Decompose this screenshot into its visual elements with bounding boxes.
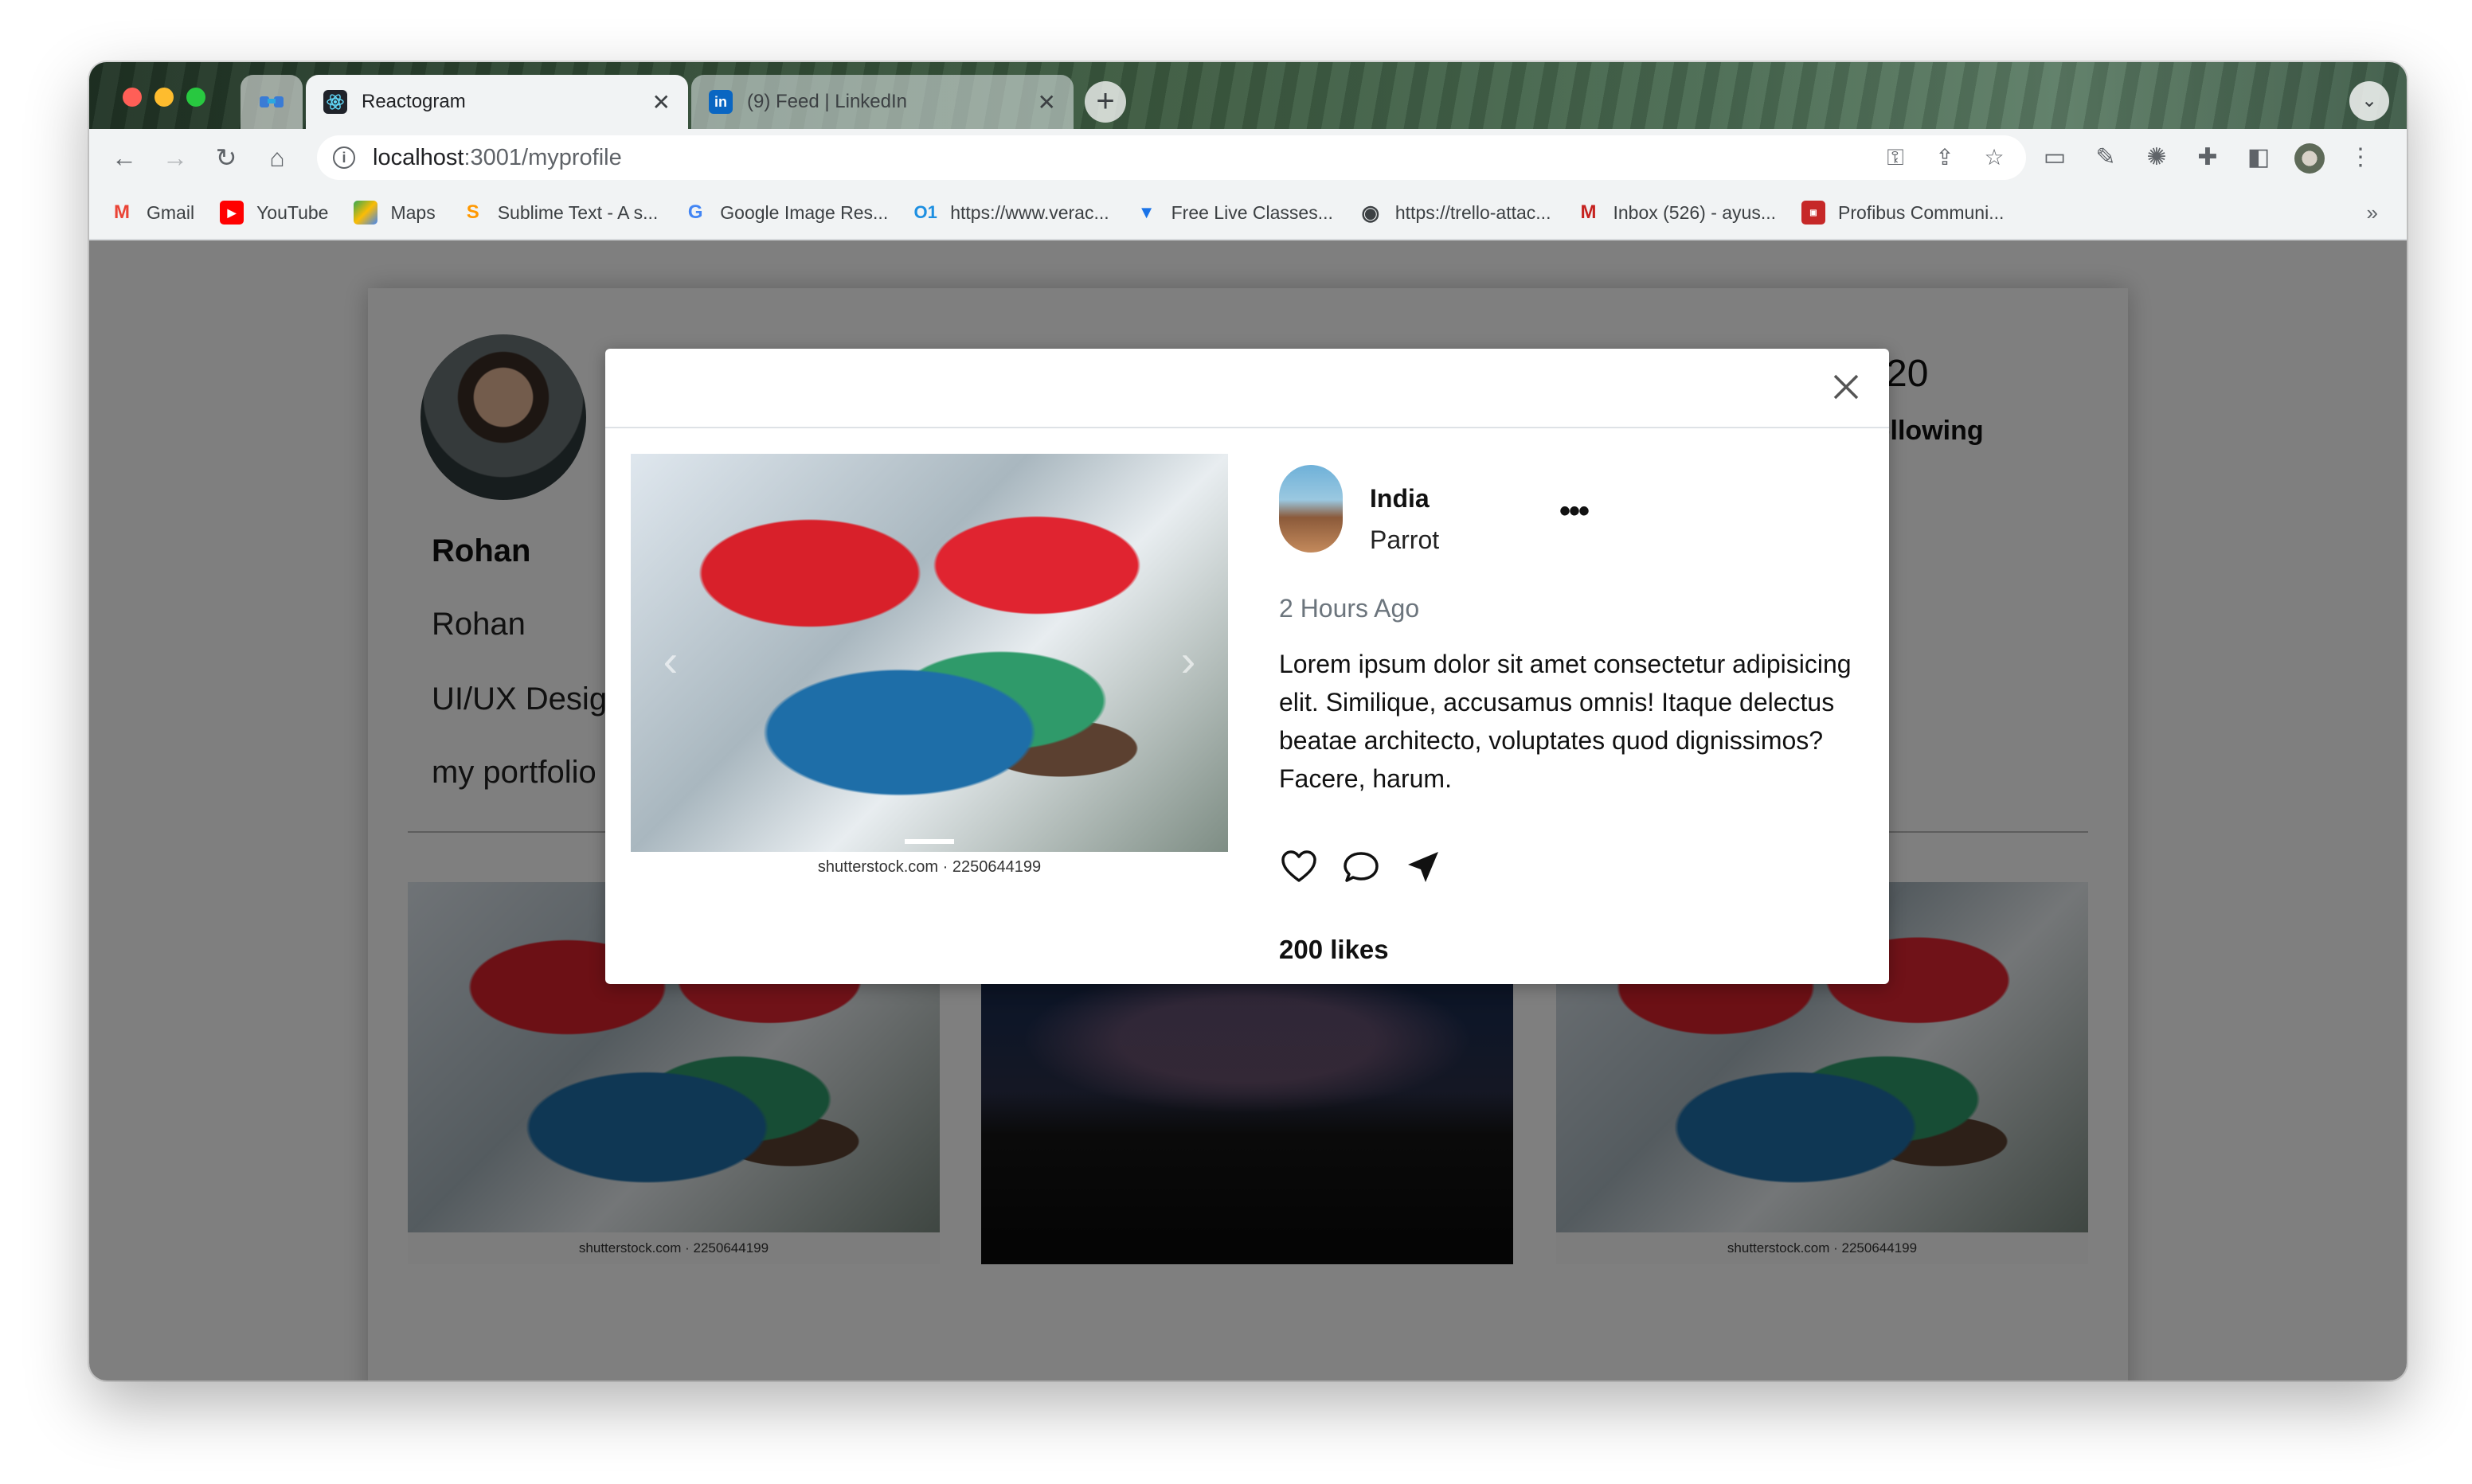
bookmark-gmail[interactable]: M Gmail bbox=[110, 201, 194, 225]
post-description: Lorem ipsum dolor sit amet consectetur a… bbox=[1279, 650, 1852, 793]
page-content: Rohan Rohan UI/UX Designer my portfolio … bbox=[89, 240, 2407, 1381]
author-avatar bbox=[1279, 465, 1343, 553]
pinned-tab-icon bbox=[260, 96, 284, 107]
comment-icon[interactable] bbox=[1341, 847, 1381, 887]
post-modal: ‹ › shutterstock.com · 2250644199 India … bbox=[605, 349, 1889, 984]
post-carousel[interactable]: ‹ › bbox=[631, 454, 1228, 852]
carousel-indicator[interactable] bbox=[905, 839, 954, 844]
more-options-icon[interactable]: ••• bbox=[1559, 495, 1590, 527]
close-window-button[interactable] bbox=[123, 88, 142, 107]
tab-search-button[interactable]: ⌄ bbox=[2349, 81, 2389, 121]
back-icon[interactable]: ← bbox=[107, 140, 142, 175]
reload-icon[interactable]: ↻ bbox=[209, 140, 244, 175]
bookmark-inbox[interactable]: M Inbox (526) - ayus... bbox=[1576, 201, 1776, 225]
classes-icon: ▼ bbox=[1137, 202, 1156, 222]
react-icon bbox=[323, 90, 347, 114]
side-panel-icon[interactable]: ◧ bbox=[2241, 140, 2276, 175]
tab-reactogram[interactable]: Reactogram ✕ bbox=[306, 75, 688, 129]
author-name: India bbox=[1370, 484, 1430, 513]
google-icon: G bbox=[687, 201, 703, 223]
maps-icon bbox=[354, 201, 378, 225]
tab-linkedin[interactable]: in (9) Feed | LinkedIn ✕ bbox=[691, 75, 1074, 129]
maximize-window-button[interactable] bbox=[186, 88, 205, 107]
cast-icon[interactable]: ▭ bbox=[2037, 140, 2072, 175]
image-caption: shutterstock.com · 2250644199 bbox=[817, 858, 1042, 876]
browser-toolbar: ← → ↻ ⌂ i localhost:3001/myprofile ⚿ ⇪ ☆… bbox=[89, 129, 2407, 186]
eyedropper-extension-icon[interactable]: ✎ bbox=[2088, 140, 2123, 175]
bookmarks-bar: M Gmail ▶ YouTube Maps S Sublime Text - A s… bbox=[89, 186, 2407, 240]
forward-icon[interactable]: → bbox=[158, 140, 193, 175]
tab-close-icon[interactable]: ✕ bbox=[652, 89, 671, 115]
share-send-icon[interactable] bbox=[1403, 847, 1443, 887]
pinned-tab[interactable] bbox=[241, 75, 303, 129]
bookmark-veracode[interactable]: O1 https://www.verac... bbox=[913, 201, 1109, 225]
key-icon[interactable]: ⚿ bbox=[1879, 142, 1911, 174]
bookmark-sublime[interactable]: S Sublime Text - A s... bbox=[461, 201, 659, 225]
menu-icon[interactable]: ⋮ bbox=[2343, 140, 2378, 175]
modal-header bbox=[605, 349, 1889, 428]
chevron-left-icon[interactable]: ‹ bbox=[655, 637, 686, 685]
sublime-icon: S bbox=[466, 201, 479, 223]
veracode-icon: O1 bbox=[913, 202, 937, 222]
minimize-window-button[interactable] bbox=[154, 88, 174, 107]
linkedin-icon: in bbox=[709, 90, 733, 114]
globe-icon: ◉ bbox=[1361, 200, 1380, 225]
bookmark-free-live-classes[interactable]: ▼ Free Live Classes... bbox=[1135, 201, 1333, 225]
post-time: 2 Hours Ago bbox=[1279, 594, 1420, 623]
extension-icon[interactable]: ✺ bbox=[2139, 140, 2174, 175]
close-icon[interactable] bbox=[1827, 368, 1865, 406]
url-text[interactable]: localhost:3001/myprofile bbox=[373, 145, 1862, 171]
profibus-icon: ▣ bbox=[1801, 201, 1826, 225]
bookmark-google-images[interactable]: G Google Image Res... bbox=[683, 201, 888, 225]
bookmark-youtube[interactable]: ▶ YouTube bbox=[220, 201, 328, 225]
address-bar[interactable]: i localhost:3001/myprofile ⚿ ⇪ ☆ bbox=[317, 135, 2026, 180]
youtube-icon: ▶ bbox=[220, 201, 244, 225]
tab-title: Reactogram bbox=[362, 91, 466, 112]
bookmark-star-icon[interactable]: ☆ bbox=[1978, 142, 2010, 174]
bookmark-trello[interactable]: ◉ https://trello-attac... bbox=[1359, 201, 1551, 225]
parrot-image bbox=[631, 454, 1228, 852]
tab-close-icon[interactable]: ✕ bbox=[1038, 89, 1056, 115]
new-tab-button[interactable]: + bbox=[1085, 81, 1126, 123]
heart-icon[interactable] bbox=[1279, 847, 1319, 887]
browser-window: Reactogram ✕ in (9) Feed | LinkedIn ✕ + … bbox=[89, 62, 2407, 1381]
author-subtitle: Parrot bbox=[1370, 525, 1440, 554]
tab-strip: Reactogram ✕ in (9) Feed | LinkedIn ✕ + … bbox=[89, 62, 2407, 129]
home-icon[interactable]: ⌂ bbox=[260, 140, 295, 175]
more-bookmarks-icon[interactable]: » bbox=[2367, 201, 2378, 225]
gmail-icon: M bbox=[114, 201, 130, 223]
chevron-right-icon[interactable]: › bbox=[1172, 637, 1204, 685]
site-info-icon[interactable]: i bbox=[333, 146, 355, 169]
gmail-icon: M bbox=[1580, 201, 1597, 223]
share-icon[interactable]: ⇪ bbox=[1929, 142, 1961, 174]
bookmark-maps[interactable]: Maps bbox=[354, 201, 436, 225]
likes-count: 200 likes bbox=[1279, 935, 1389, 964]
post-actions bbox=[1279, 847, 1443, 887]
tab-title: (9) Feed | LinkedIn bbox=[747, 91, 908, 112]
bookmark-profibus[interactable]: ▣ Profibus Communi... bbox=[1801, 201, 2004, 225]
puzzle-icon[interactable]: ✚ bbox=[2190, 140, 2225, 175]
profile-avatar[interactable] bbox=[2292, 140, 2327, 175]
